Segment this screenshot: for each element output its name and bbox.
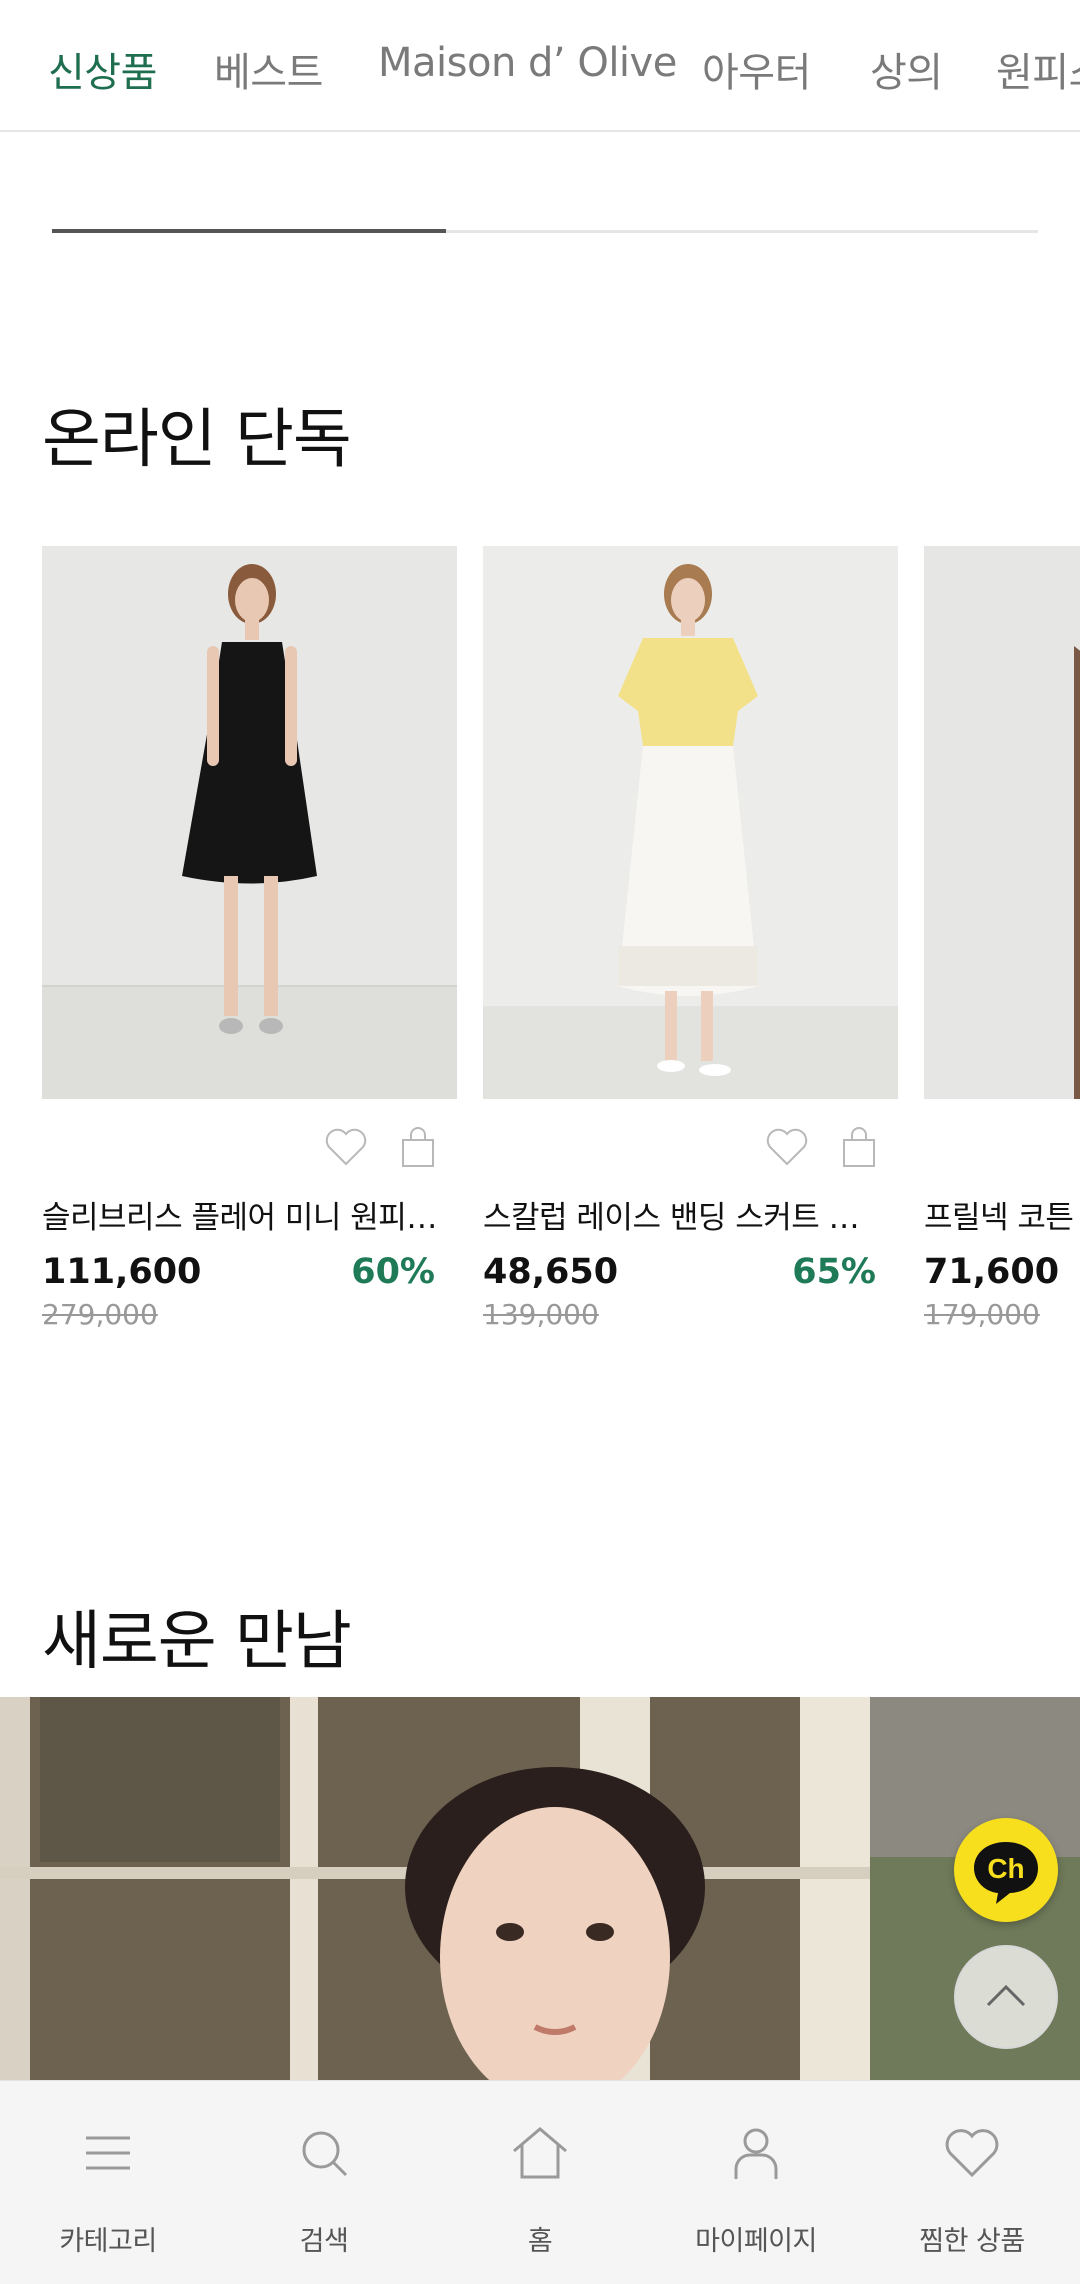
nav-label: 검색 xyxy=(299,2226,349,2257)
chevron-up-icon xyxy=(986,1984,1026,2007)
product-name[interactable]: 슬리브리스 플레어 미니 원피스... xyxy=(42,1192,442,1237)
nav-label: 마이페이지 xyxy=(695,2226,817,2257)
product-discount: 60% xyxy=(351,1252,435,1292)
section-title-online-exclusive: 온라인 단독 xyxy=(42,403,352,477)
product-image[interactable] xyxy=(924,546,1080,1099)
nav-label: 홈 xyxy=(527,2226,553,2257)
nav-label: 찜한 상품 xyxy=(919,2226,1025,2257)
user-icon xyxy=(734,2128,778,2179)
search-icon xyxy=(302,2131,348,2177)
product-image[interactable] xyxy=(42,546,457,1099)
tab-dresses[interactable]: 원피스 xyxy=(996,40,1080,98)
product-price: 111,600 xyxy=(42,1252,202,1292)
nav-label: 카테고리 xyxy=(59,2226,157,2257)
nav-mypage[interactable]: 마이페이지 xyxy=(648,2081,864,2284)
product-original-price: 179,000 xyxy=(924,1298,1040,1331)
product-price: 71,600 xyxy=(924,1252,1060,1292)
product-carousel[interactable]: 슬리브리스 플레어 미니 원피스... 111,600 60% 279,000 xyxy=(0,546,1080,1346)
nav-wishlist[interactable]: 찜한 상품 xyxy=(864,2081,1080,2284)
tab-best[interactable]: 베스트 xyxy=(214,40,323,98)
nav-home[interactable]: 홈 xyxy=(432,2081,648,2284)
carousel-progress-fill xyxy=(52,229,447,233)
product-card[interactable]: 스칼럽 레이스 밴딩 스커트 OH... 48,650 65% 139,000 xyxy=(483,546,898,1331)
product-card[interactable]: 프릴넥 코튼 원피스 71,600 179,000 xyxy=(924,546,1080,1331)
tab-outer[interactable]: 아우터 xyxy=(702,40,811,98)
chat-bubble-icon: Ch xyxy=(974,1842,1038,1904)
heart-icon xyxy=(945,2129,999,2178)
scroll-to-top-button[interactable] xyxy=(954,1945,1058,2049)
menu-icon xyxy=(86,2136,130,2170)
tab-maison-dolive[interactable]: Maison d’ Olive xyxy=(378,40,677,86)
carousel-progress-bar xyxy=(52,229,1038,233)
shopping-bag-icon[interactable] xyxy=(836,1124,882,1170)
category-tab-bar: 신상품 베스트 Maison d’ Olive 아우터 상의 원피스 xyxy=(0,0,1080,132)
bottom-navigation: 카테고리 검색 홈 마이페이지 찜한 상품 xyxy=(0,2080,1080,2284)
chat-button[interactable]: Ch xyxy=(954,1818,1058,1922)
promo-banner-image[interactable] xyxy=(0,1697,1080,2087)
heart-icon[interactable] xyxy=(764,1124,810,1170)
product-discount: 65% xyxy=(792,1252,876,1292)
shopping-bag-icon[interactable] xyxy=(395,1124,441,1170)
home-icon xyxy=(513,2127,567,2179)
heart-icon[interactable] xyxy=(323,1124,369,1170)
product-image[interactable] xyxy=(483,546,898,1099)
nav-category[interactable]: 카테고리 xyxy=(0,2081,216,2284)
section-title-new-meeting: 새로운 만남 xyxy=(42,1605,352,1679)
product-name[interactable]: 스칼럽 레이스 밴딩 스커트 OH... xyxy=(483,1192,883,1237)
tab-new-arrivals[interactable]: 신상품 xyxy=(48,40,157,98)
product-price: 48,650 xyxy=(483,1252,619,1292)
product-original-price: 279,000 xyxy=(42,1298,158,1331)
nav-search[interactable]: 검색 xyxy=(216,2081,432,2284)
tab-tops[interactable]: 상의 xyxy=(870,40,943,98)
product-name[interactable]: 프릴넥 코튼 원피스 xyxy=(924,1192,1080,1237)
product-original-price: 139,000 xyxy=(483,1298,599,1331)
chat-label: Ch xyxy=(987,1853,1024,1884)
product-card[interactable]: 슬리브리스 플레어 미니 원피스... 111,600 60% 279,000 xyxy=(42,546,457,1331)
